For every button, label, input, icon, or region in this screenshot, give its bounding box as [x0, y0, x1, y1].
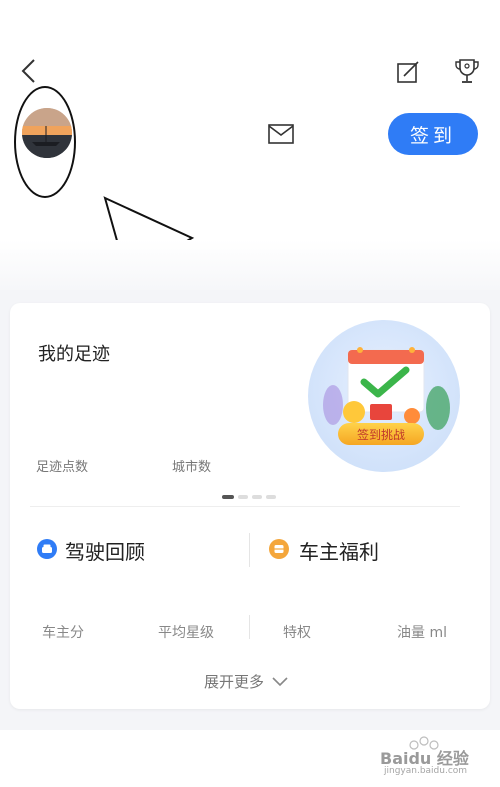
carousel-dot — [252, 495, 262, 499]
avatar-highlight-ellipse — [14, 86, 76, 198]
watermark-url: jingyan.baidu.com — [384, 766, 468, 776]
owner-welfare-title[interactable]: 车主福利 — [299, 536, 379, 565]
section-divider — [30, 506, 460, 507]
metric-owner-score: 车主分 — [42, 625, 84, 641]
metric-privilege: 特权 — [283, 625, 311, 641]
calendar-check-icon — [323, 347, 450, 430]
back-icon[interactable] — [18, 58, 42, 84]
chevron-down-icon — [272, 676, 288, 686]
trophy-icon[interactable] — [454, 58, 480, 86]
carousel-dot — [266, 495, 276, 499]
carousel-dot — [238, 495, 248, 499]
section-separator — [249, 533, 250, 567]
signin-button[interactable]: 签到 — [388, 113, 478, 155]
drive-review-title[interactable]: 驾驶回顾 — [65, 536, 145, 565]
stat-label-footprints: 足迹点数 — [36, 460, 89, 475]
edit-icon[interactable] — [396, 60, 420, 84]
stat-label-cities: 城市数 — [172, 460, 212, 475]
expand-more-button[interactable]: 展开更多 — [204, 671, 288, 692]
expand-more-label: 展开更多 — [204, 673, 265, 691]
metric-average-stars: 平均星级 — [158, 625, 214, 641]
signin-challenge-illustration[interactable] — [308, 320, 460, 472]
signin-challenge-badge[interactable]: 签到挑战 — [338, 423, 424, 445]
carousel-dots — [222, 495, 278, 501]
carousel-dot-active — [222, 495, 234, 499]
metric-fuel: 油量 ml — [397, 625, 447, 641]
mail-icon[interactable] — [268, 124, 294, 144]
welfare-icon — [269, 539, 289, 559]
car-icon — [37, 539, 57, 559]
metric-separator — [249, 615, 250, 639]
footprint-title: 我的足迹 — [38, 344, 110, 365]
